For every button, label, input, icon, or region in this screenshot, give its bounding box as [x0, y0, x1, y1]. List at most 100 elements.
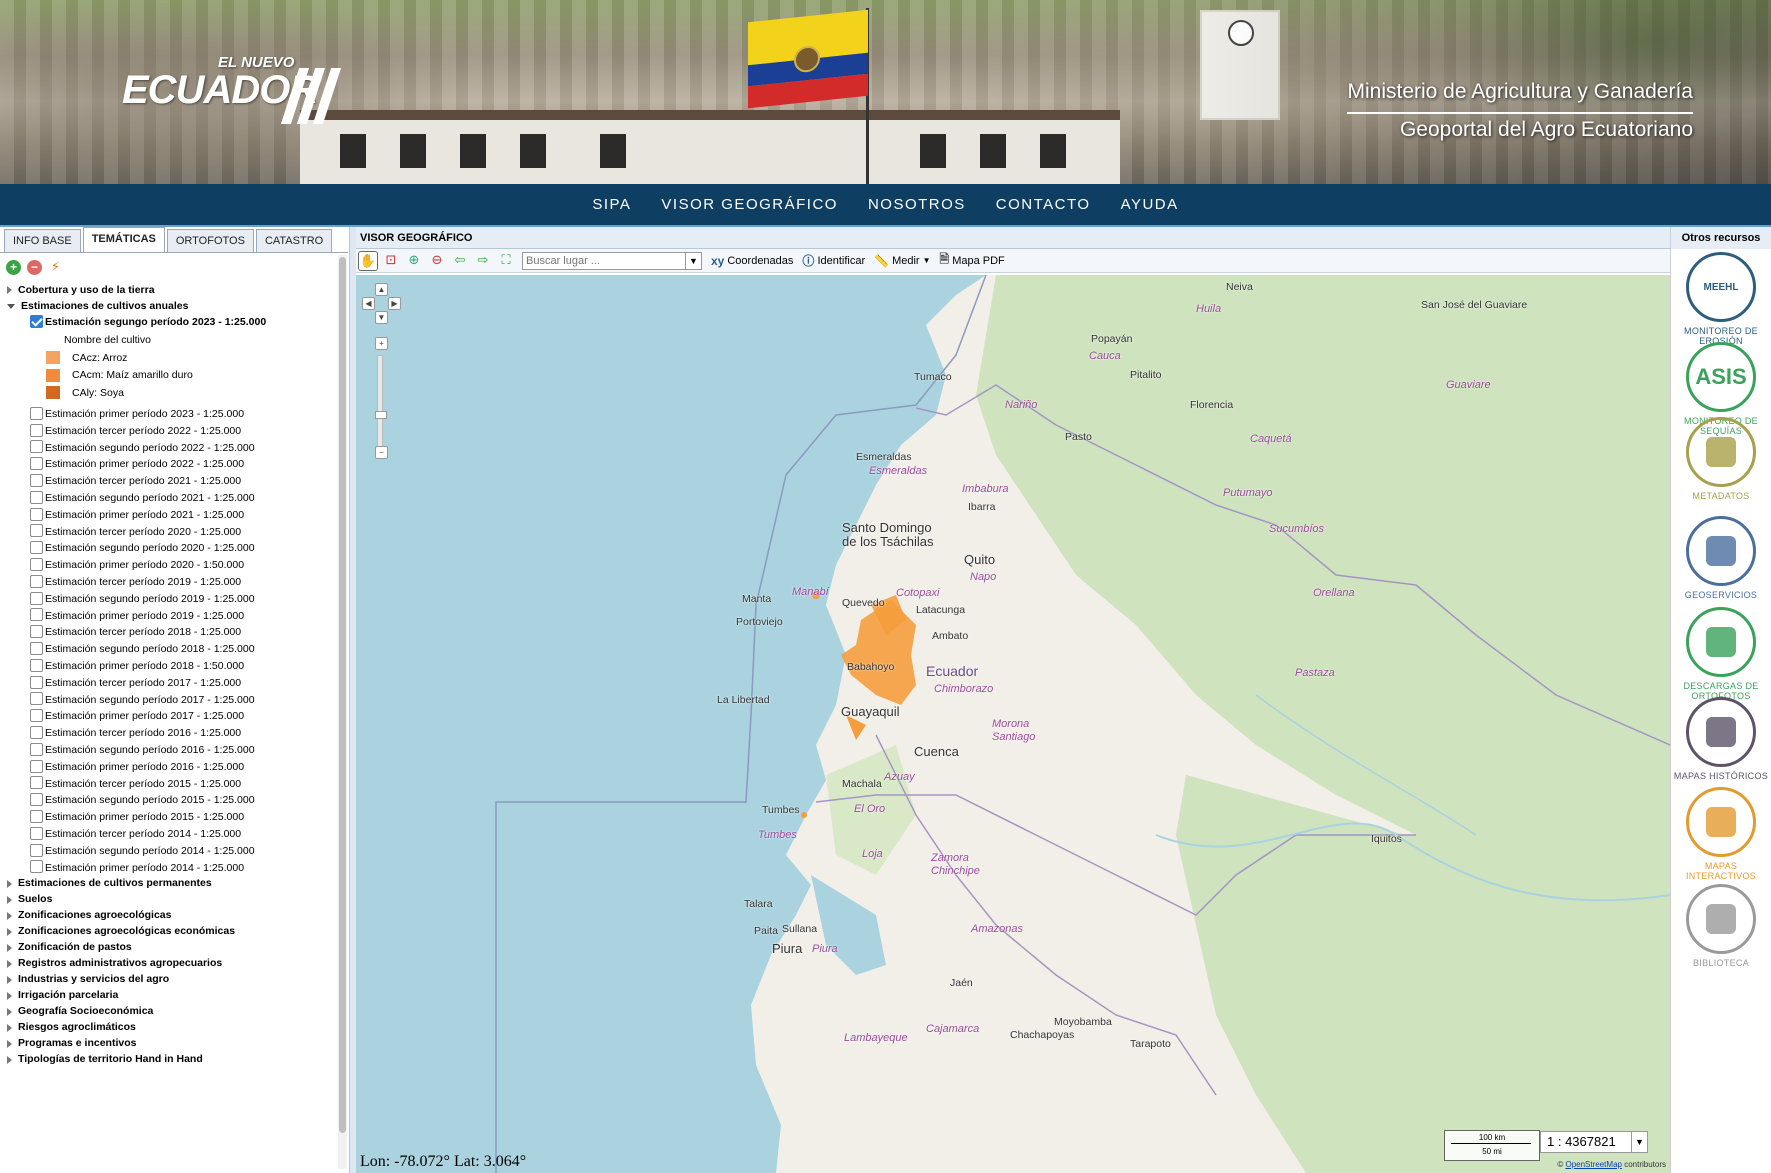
expand-down-icon[interactable] — [7, 303, 15, 309]
layer-item[interactable]: Estimación primer período 2022 - 1:25.00… — [30, 455, 244, 473]
layer-item[interactable]: Estimación tercer período 2016 - 1:25.00… — [30, 724, 241, 742]
layer-item[interactable]: Estimación segundo período 2019 - 1:25.0… — [30, 590, 255, 608]
layer-checkbox[interactable] — [30, 776, 43, 790]
layer-checkbox[interactable] — [30, 524, 43, 538]
map-zoom-in-icon[interactable]: + — [375, 337, 388, 350]
layer-checkbox[interactable] — [30, 826, 43, 840]
remove-layer-icon[interactable]: − — [27, 260, 42, 275]
layer-checkbox[interactable] — [30, 742, 43, 756]
category-node[interactable]: Tipologías de territorio Hand in Hand — [0, 1050, 203, 1068]
layer-checkbox[interactable] — [30, 490, 43, 504]
resource-link[interactable]: BIBLIOTECA — [1671, 884, 1771, 968]
layer-checkbox[interactable] — [30, 557, 43, 571]
pdf-map-button[interactable]: 🗎 Mapa PDF — [937, 250, 1008, 271]
pan-up-icon[interactable]: ▲ — [375, 283, 388, 296]
layer-checkbox[interactable] — [30, 406, 43, 420]
layer-item[interactable]: Estimación tercer período 2017 - 1:25.00… — [30, 674, 241, 692]
layer-item[interactable]: Estimación primer período 2018 - 1:50.00… — [30, 657, 244, 675]
layer-checkbox[interactable] — [30, 574, 43, 588]
coordinates-button[interactable]: xy Coordenadas — [708, 254, 796, 268]
map-zoom-out-icon[interactable]: − — [375, 446, 388, 459]
layer-item[interactable]: Estimación primer período 2020 - 1:50.00… — [30, 556, 244, 574]
layer-item[interactable]: Estimación primer período 2017 - 1:25.00… — [30, 707, 244, 725]
layer-checkbox[interactable] — [30, 507, 43, 521]
layer-item[interactable]: Estimación primer período 2021 - 1:25.00… — [30, 506, 244, 524]
tab-ortofotos[interactable]: ORTOFOTOS — [166, 229, 254, 253]
layer-item[interactable]: Estimación primer período 2023 - 1:25.00… — [30, 405, 244, 423]
layer-item[interactable]: Estimación tercer período 2020 - 1:25.00… — [30, 523, 241, 541]
chevron-down-icon[interactable]: ▼ — [685, 252, 701, 269]
expand-right-icon[interactable] — [7, 286, 12, 295]
layer-checkbox[interactable] — [30, 440, 43, 454]
layer-checkbox[interactable] — [30, 709, 43, 723]
layer-item[interactable]: Estimación tercer período 2014 - 1:25.00… — [30, 825, 241, 843]
pan-left-icon[interactable]: ◀ — [362, 297, 375, 310]
layer-item[interactable]: Estimación segundo período 2015 - 1:25.0… — [30, 791, 255, 809]
layer-item[interactable]: Estimación tercer período 2018 - 1:25.00… — [30, 623, 241, 641]
clear-layers-icon[interactable]: ⚡ — [48, 260, 63, 275]
layer-checkbox[interactable] — [30, 608, 43, 622]
zoom-slider-handle[interactable] — [375, 411, 387, 419]
full-extent-icon[interactable]: ⛶ — [496, 251, 516, 271]
tab-tematicas[interactable]: TEMÁTICAS — [82, 227, 165, 253]
previous-extent-icon[interactable]: ⇦ — [450, 251, 470, 271]
layer-checkbox[interactable] — [30, 793, 43, 807]
layer-item[interactable]: Estimación primer período 2016 - 1:25.00… — [30, 758, 244, 776]
expand-right-icon[interactable] — [7, 943, 12, 952]
layer-item[interactable]: Estimación tercer período 2021 - 1:25.00… — [30, 472, 241, 490]
expand-right-icon[interactable] — [7, 975, 12, 984]
nav-contacto[interactable]: CONTACTO — [996, 196, 1091, 213]
layer-checkbox[interactable] — [30, 473, 43, 487]
resource-link[interactable]: MAPAS HISTÓRICOS — [1671, 697, 1771, 781]
layer-item[interactable]: Estimación segundo período 2022 - 1:25.0… — [30, 439, 255, 457]
layer-checkbox[interactable] — [30, 658, 43, 672]
layer-item-selected[interactable]: Estimación segungo período 2023 - 1:25.0… — [30, 313, 266, 331]
layer-item[interactable]: Estimación tercer período 2019 - 1:25.00… — [30, 573, 241, 591]
nav-ayuda[interactable]: AYUDA — [1121, 196, 1179, 213]
layer-checkbox[interactable] — [30, 457, 43, 471]
layer-checkbox[interactable] — [30, 675, 43, 689]
expand-right-icon[interactable] — [7, 1039, 12, 1048]
zoom-bar[interactable] — [377, 355, 383, 451]
layer-checkbox[interactable] — [30, 625, 43, 639]
layer-checkbox[interactable] — [30, 692, 43, 706]
next-extent-icon[interactable]: ⇨ — [473, 251, 493, 271]
expand-right-icon[interactable] — [7, 879, 12, 888]
zoom-out-icon[interactable]: ⊖ — [427, 251, 447, 271]
layer-item[interactable]: Estimación segundo período 2014 - 1:25.0… — [30, 842, 255, 860]
scale-select[interactable]: 1 : 4367821 ▼ — [1540, 1131, 1648, 1153]
layer-item[interactable]: Estimación segundo período 2018 - 1:25.0… — [30, 640, 255, 658]
osm-link[interactable]: OpenStreetMap — [1565, 1160, 1621, 1169]
layer-item[interactable]: Estimación tercer período 2015 - 1:25.00… — [30, 775, 241, 793]
layer-checkbox[interactable] — [30, 843, 43, 857]
layer-checkbox[interactable] — [30, 314, 43, 328]
nav-sipa[interactable]: SIPA — [592, 196, 631, 213]
resource-link[interactable]: MAPAS INTERACTIVOS — [1671, 787, 1771, 881]
layer-item[interactable]: Estimación segundo período 2017 - 1:25.0… — [30, 691, 255, 709]
layer-item[interactable]: Estimación segundo período 2021 - 1:25.0… — [30, 489, 255, 507]
expand-right-icon[interactable] — [7, 991, 12, 1000]
expand-right-icon[interactable] — [7, 1023, 12, 1032]
layer-item[interactable]: Estimación segundo período 2016 - 1:25.0… — [30, 741, 255, 759]
zoom-in-icon[interactable]: ⊕ — [404, 251, 424, 271]
layer-item[interactable]: Estimación tercer período 2022 - 1:25.00… — [30, 422, 241, 440]
layer-checkbox[interactable] — [30, 423, 43, 437]
layer-item[interactable]: Estimación primer período 2019 - 1:25.00… — [30, 607, 244, 625]
layer-checkbox[interactable] — [30, 725, 43, 739]
layer-checkbox[interactable] — [30, 591, 43, 605]
measure-button[interactable]: 📏 Medir ▼ — [871, 254, 933, 268]
identify-button[interactable]: ⓘ Identificar — [799, 252, 868, 269]
pan-right-icon[interactable]: ▶ — [388, 297, 401, 310]
pan-down-icon[interactable]: ▼ — [375, 311, 388, 324]
layer-tree-scrollbar[interactable] — [338, 255, 347, 1169]
resource-link[interactable]: DESCARGAS DE ORTOFOTOS — [1671, 607, 1771, 701]
search-place-input[interactable] — [523, 252, 685, 269]
expand-right-icon[interactable] — [7, 895, 12, 904]
layer-item[interactable]: Estimación segundo período 2020 - 1:25.0… — [30, 539, 255, 557]
expand-right-icon[interactable] — [7, 927, 12, 936]
map-canvas[interactable]: ▲ ◀ ▶ ▼ + − Neiva Huila San José del Guavi… — [356, 275, 1670, 1173]
tab-catastro[interactable]: CATASTRO — [255, 229, 333, 253]
nav-nosotros[interactable]: NOSOTROS — [868, 196, 966, 213]
layer-item[interactable]: Estimación primer período 2015 - 1:25.00… — [30, 808, 244, 826]
pan-hand-icon[interactable]: ✋ — [358, 250, 378, 271]
